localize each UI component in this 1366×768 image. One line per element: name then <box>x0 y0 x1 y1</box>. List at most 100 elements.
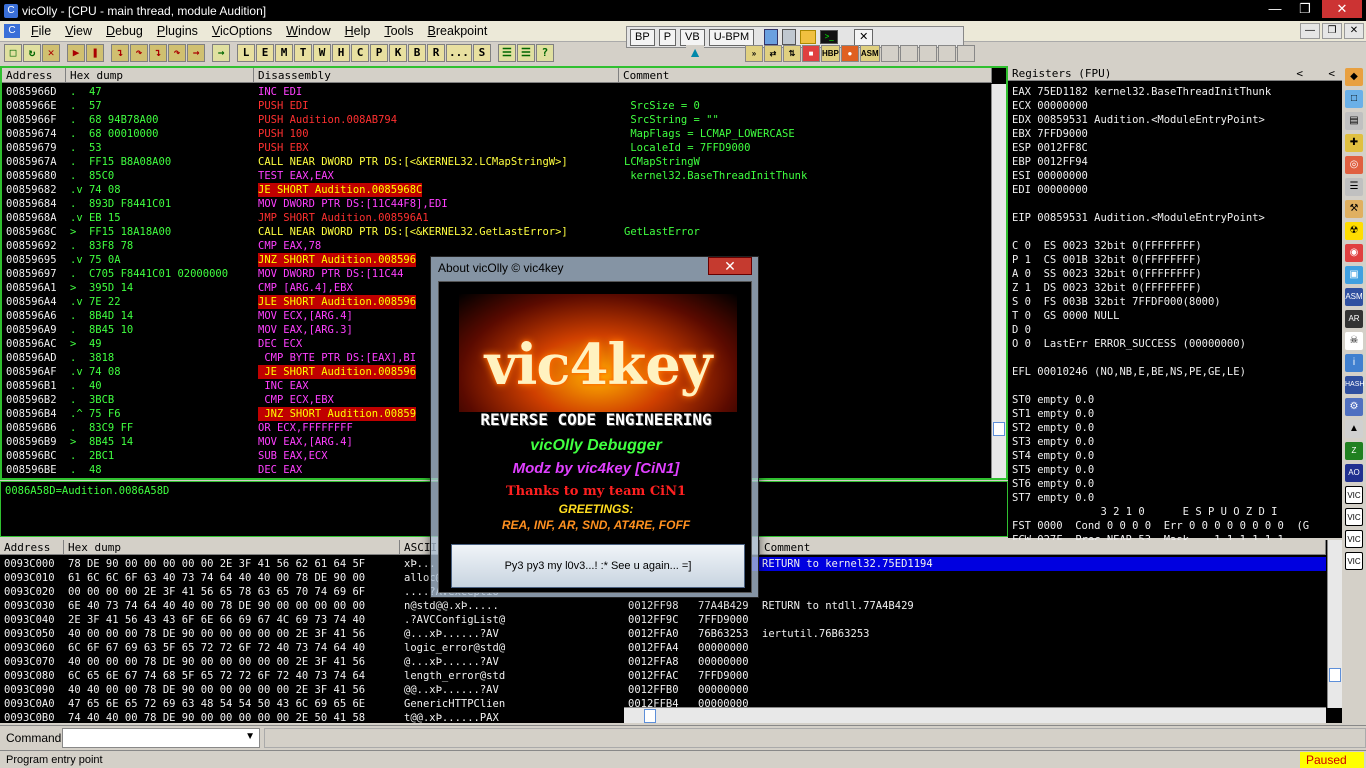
stack-scrollbar[interactable] <box>1327 540 1342 708</box>
minimize-icon[interactable]: — <box>1262 0 1288 18</box>
vic-icon-2[interactable]: VIC <box>1345 508 1363 526</box>
stack-scroll-thumb[interactable] <box>1329 668 1341 682</box>
toolbar-cpu-button[interactable]: C <box>351 44 369 62</box>
registers-header[interactable]: Registers (FPU) < < <box>1008 66 1344 81</box>
menu-view[interactable]: View <box>58 24 99 38</box>
toolbar-slot-1[interactable] <box>880 45 899 62</box>
menu-plugins[interactable]: Plugins <box>150 24 205 38</box>
table-row[interactable]: 00859682 .v 74 08 JE SHORT Audition.008596… <box>2 183 992 197</box>
step-over-icon[interactable]: ↷ <box>130 44 148 62</box>
help-icon[interactable]: ? <box>535 44 554 62</box>
list-window-icon[interactable]: ☰ <box>1345 178 1363 196</box>
about-ok-button[interactable]: Py3 py3 my l0v3...! :* See u again... =] <box>451 544 745 588</box>
u-bpm-button[interactable]: U-BPM <box>708 28 755 46</box>
command-input[interactable]: ▼ <box>62 727 260 748</box>
trash-icon[interactable] <box>782 29 797 45</box>
table-row[interactable]: 0012FFB0 00000000 <box>624 683 1326 697</box>
info-icon[interactable]: i <box>1345 354 1363 372</box>
table-row[interactable]: 0085967A . FF15 B8A08A00 CALL NEAR DWORD P… <box>2 155 992 169</box>
table-row[interactable]: 00859680 . 85C0 TEST EAX,EAX kernel32.Base… <box>2 169 992 183</box>
toolbar-source-button[interactable]: S <box>472 44 491 62</box>
table-row[interactable]: 0012FFA0 76B63253 iertutil.76B63253 <box>624 627 1326 641</box>
close-icon[interactable]: ✕ <box>1322 0 1362 18</box>
vic-icon-4[interactable]: VIC <box>1345 552 1363 570</box>
toolbar-callstack-button[interactable]: K <box>389 44 407 62</box>
hw-icon[interactable]: ⇅ <box>783 45 801 62</box>
col-comment-header[interactable]: Comment <box>619 68 992 83</box>
table-row[interactable]: 0012FF98 77A4B429 RETURN to ntdll.77A4B429 <box>624 599 1326 613</box>
step-into-icon[interactable]: ↴ <box>111 44 129 62</box>
toolbar-slot-5[interactable] <box>956 45 975 62</box>
menu-file[interactable]: File <box>24 24 58 38</box>
list-icon[interactable]: ☰ <box>497 44 516 62</box>
toolbar-breakpoints-button[interactable]: B <box>408 44 426 62</box>
crosshair-icon[interactable]: ✚ <box>1345 134 1363 152</box>
cube-icon[interactable]: ◆ <box>1345 68 1363 86</box>
registers-next-icon[interactable]: < <box>1328 66 1335 81</box>
arrow-icon[interactable]: ▲ <box>686 45 704 62</box>
chevron-down-icon[interactable]: ▼ <box>245 731 255 742</box>
cpu-scroll-thumb[interactable] <box>993 422 1005 436</box>
table-row[interactable]: 0093C060 6C 6F 67 69 63 5F 65 72 72 6F 72… <box>0 641 624 655</box>
registers-pane[interactable]: Registers (FPU) < < EAX 75ED1182 kernel3… <box>1008 66 1344 546</box>
col-hex-header[interactable]: Hex dump <box>66 68 254 83</box>
toolbar-memory-button[interactable]: M <box>275 44 293 62</box>
toolbar-threads-button[interactable]: T <box>294 44 312 62</box>
table-row[interactable]: 00859679 . 53 PUSH EBX LocaleId = 7FFD9000 <box>2 141 992 155</box>
toolbar-slot-2[interactable] <box>899 45 918 62</box>
table-row[interactable]: 00859692 . 83F8 78 CMP EAX,78 <box>2 239 992 253</box>
about-close-button[interactable]: ✕ <box>708 257 752 275</box>
table-row[interactable]: 0085968C > FF15 18A18A00 CALL NEAR DWORD P… <box>2 225 992 239</box>
menu-vicoptions[interactable]: VicOptions <box>205 24 279 38</box>
table-row[interactable]: 0012FF9C 7FFD9000 <box>624 613 1326 627</box>
patch-icon[interactable]: ● <box>840 45 859 62</box>
vic-icon-3[interactable]: VIC <box>1345 530 1363 548</box>
folder-icon[interactable] <box>800 30 817 44</box>
z-icon[interactable]: Z <box>1345 442 1363 460</box>
skull-icon[interactable]: ☠ <box>1345 332 1363 350</box>
table-row[interactable]: 0012FFB4 00000000 <box>624 697 1326 707</box>
menu-window[interactable]: Window <box>279 24 337 38</box>
table-row[interactable]: 0012FFA8 00000000 <box>624 655 1326 669</box>
toolbar-windows-button[interactable]: W <box>313 44 331 62</box>
toolbar-slot-4[interactable] <box>937 45 956 62</box>
stack-comment-header[interactable]: Comment <box>760 540 1326 555</box>
toolbar-handles-button[interactable]: H <box>332 44 350 62</box>
table-row[interactable]: 0093C0A0 47 65 6E 65 72 69 63 48 54 54 50… <box>0 697 624 711</box>
execute-till-return-icon[interactable]: → <box>187 44 205 62</box>
bp-button[interactable]: BP <box>630 28 655 46</box>
table-row[interactable]: 0012FFAC 7FFD9000 <box>624 669 1326 683</box>
asm-icon[interactable]: ASM <box>1345 288 1363 306</box>
table-row[interactable]: 0093C080 6C 65 6E 67 74 68 5F 65 72 72 6F… <box>0 669 624 683</box>
table-row[interactable]: 0093C090 40 40 00 00 78 DE 90 00 00 00 00… <box>0 683 624 697</box>
toolbar-slot-3[interactable] <box>918 45 937 62</box>
toolbar-executables-button[interactable]: E <box>256 44 274 62</box>
table-row[interactable]: 0085968A .v EB 15 JMP SHORT Audition.00859… <box>2 211 992 225</box>
fast-forward-icon[interactable]: » <box>745 45 763 62</box>
p-button[interactable]: P <box>658 28 677 46</box>
table-row[interactable]: 0093C070 40 00 00 00 78 DE 90 00 00 00 00… <box>0 655 624 669</box>
floatbar-close-icon[interactable]: ✕ <box>854 28 874 46</box>
table-row[interactable]: 0093C0B0 74 40 40 00 78 DE 90 00 00 00 00… <box>0 711 624 723</box>
window-icon-2[interactable]: □ <box>1345 90 1363 108</box>
hbp-button[interactable]: HBP <box>821 45 840 62</box>
exchange-icon[interactable]: ⇄ <box>764 45 782 62</box>
run-icon[interactable]: ▶ <box>67 44 85 62</box>
vb-button[interactable]: VB <box>680 28 705 46</box>
tool-icon[interactable]: ⚒ <box>1345 200 1363 218</box>
console-icon[interactable]: >_ <box>820 30 839 44</box>
up-icon[interactable]: ▲ <box>1345 420 1363 438</box>
hash-icon[interactable]: HASH <box>1345 376 1364 394</box>
target-icon[interactable]: ◎ <box>1345 156 1363 174</box>
toolbar-patches-button[interactable]: P <box>370 44 388 62</box>
restart-icon[interactable]: ↻ <box>23 44 41 62</box>
registers-prev-icon[interactable]: < <box>1296 66 1303 81</box>
table-row[interactable]: 0085966D . 47 INC EDI <box>2 85 992 99</box>
toolbar-runtrace-button[interactable]: ... <box>446 44 472 62</box>
maximize-icon[interactable]: ❐ <box>1292 0 1318 18</box>
mdi-restore-icon[interactable]: ❐ <box>1322 23 1342 39</box>
col-disasm-header[interactable]: Disassembly <box>254 68 619 83</box>
col-address-header[interactable]: Address <box>2 68 66 83</box>
goto-icon[interactable]: → <box>212 44 230 62</box>
radiation-icon[interactable]: ☢ <box>1345 222 1363 240</box>
